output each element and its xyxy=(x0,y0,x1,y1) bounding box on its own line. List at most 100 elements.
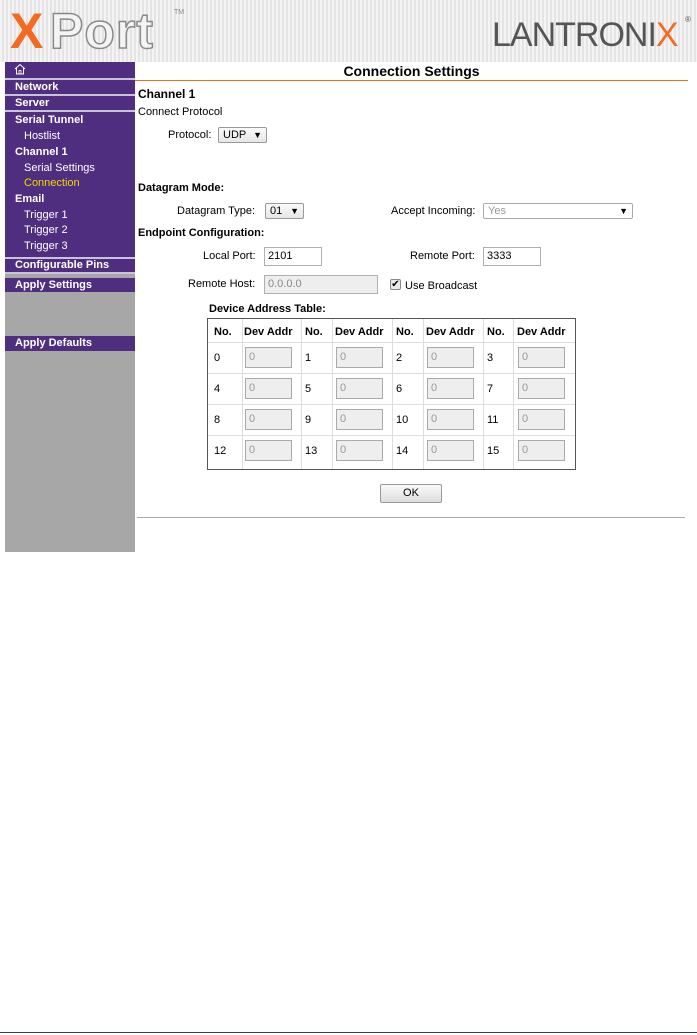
dev-addr-input[interactable]: 0 xyxy=(336,378,383,399)
remote-port-label: Remote Port: xyxy=(410,250,475,262)
endpoint-config-heading: Endpoint Configuration: xyxy=(138,227,265,239)
table-row-no: 3 xyxy=(487,352,494,364)
xport-logo-port: Port xyxy=(49,3,154,59)
device-address-table: No. Dev Addr No. Dev Addr No. Dev Addr N… xyxy=(207,318,576,470)
column-header-dev-addr: Dev Addr xyxy=(335,326,384,338)
dev-addr-input[interactable]: 0 xyxy=(336,409,383,430)
column-header-dev-addr: Dev Addr xyxy=(517,326,566,338)
sidebar: Network Server Serial Tunnel Hostlist Ch… xyxy=(5,62,135,552)
ok-button[interactable]: OK xyxy=(380,484,442,503)
dev-addr-input[interactable]: 0 xyxy=(245,378,292,399)
column-header-no: No. xyxy=(487,326,505,338)
sidebar-item-connection[interactable]: Connection xyxy=(24,177,80,189)
xport-logo-x: X xyxy=(10,3,44,59)
title-divider xyxy=(135,80,688,81)
remote-port-input[interactable]: 3333 xyxy=(483,247,541,266)
datagram-type-value: 01 xyxy=(270,205,283,217)
dev-addr-input[interactable]: 0 xyxy=(245,440,292,461)
channel-heading: Channel 1 xyxy=(138,87,196,101)
use-broadcast-label: Use Broadcast xyxy=(405,280,478,292)
table-row-no: 12 xyxy=(214,445,227,457)
accept-incoming-select[interactable]: Yes ▼ xyxy=(483,203,633,219)
lantronix-logo: LANTRONIX xyxy=(492,16,679,54)
dropdown-arrow-icon: ▼ xyxy=(619,206,628,216)
device-table-title: Device Address Table: xyxy=(209,303,326,315)
dev-addr-input[interactable]: 0 xyxy=(518,409,565,430)
datagram-type-select[interactable]: 01 ▼ xyxy=(265,203,304,219)
table-row-no: 1 xyxy=(305,352,312,364)
column-header-no: No. xyxy=(305,326,323,338)
table-grid xyxy=(208,342,575,343)
table-row-no: 10 xyxy=(396,414,409,426)
table-row-no: 2 xyxy=(396,352,403,364)
dev-addr-input[interactable]: 0 xyxy=(427,409,474,430)
apply-defaults-button[interactable]: Apply Defaults xyxy=(5,336,135,351)
sidebar-item-serial-settings[interactable]: Serial Settings xyxy=(24,162,95,174)
dev-addr-input[interactable]: 0 xyxy=(336,347,383,368)
column-header-dev-addr: Dev Addr xyxy=(244,326,293,338)
local-port-label: Local Port: xyxy=(203,250,256,262)
sidebar-divider xyxy=(5,272,135,274)
sidebar-item-network[interactable]: Network xyxy=(5,80,135,94)
sidebar-item-trigger3[interactable]: Trigger 3 xyxy=(24,240,68,252)
protocol-select[interactable]: UDP ▼ xyxy=(218,127,267,143)
local-port-input[interactable]: 2101 xyxy=(264,247,322,266)
page-title: Connection Settings xyxy=(343,63,480,79)
dev-addr-input[interactable]: 0 xyxy=(518,378,565,399)
accept-incoming-label: Accept Incoming: xyxy=(391,205,476,217)
table-row-no: 11 xyxy=(487,414,499,426)
lantronix-logo-x: X xyxy=(655,16,679,54)
dev-addr-input[interactable]: 0 xyxy=(427,440,474,461)
protocol-select-value: UDP xyxy=(223,129,247,141)
connect-protocol-heading: Connect Protocol xyxy=(138,106,223,118)
bottom-divider xyxy=(137,517,685,518)
table-row-no: 8 xyxy=(214,414,221,426)
sidebar-item-serial-tunnel[interactable]: Serial Tunnel xyxy=(15,114,83,126)
xport-logo-tm: TM xyxy=(174,9,185,16)
dev-addr-input[interactable]: 0 xyxy=(427,347,474,368)
datagram-mode-heading: Datagram Mode: xyxy=(138,182,225,194)
table-row-no: 7 xyxy=(487,383,494,395)
table-row-no: 9 xyxy=(305,414,312,426)
dev-addr-input[interactable]: 0 xyxy=(518,347,565,368)
sidebar-item-server[interactable]: Server xyxy=(5,96,135,110)
use-broadcast-checkbox[interactable]: ✔ xyxy=(390,279,401,290)
table-row-no: 0 xyxy=(214,352,221,364)
protocol-label: Protocol: xyxy=(168,129,212,141)
home-icon xyxy=(14,63,26,75)
table-row-no: 4 xyxy=(214,383,221,395)
header-banner: X Port TM LANTRONIX ® xyxy=(0,0,697,62)
footer-divider xyxy=(0,1032,697,1033)
sidebar-item-trigger1[interactable]: Trigger 1 xyxy=(24,209,68,221)
column-header-no: No. xyxy=(214,326,232,338)
table-grid xyxy=(208,404,575,405)
dev-addr-input[interactable]: 0 xyxy=(245,347,292,368)
table-grid xyxy=(208,435,575,436)
table-row-no: 6 xyxy=(396,383,403,395)
dropdown-arrow-icon: ▼ xyxy=(253,130,262,140)
datagram-type-label: Datagram Type: xyxy=(177,205,256,217)
table-row-no: 15 xyxy=(487,445,500,457)
table-row-no: 14 xyxy=(396,445,409,457)
sidebar-home[interactable] xyxy=(5,62,135,78)
column-header-dev-addr: Dev Addr xyxy=(426,326,475,338)
dev-addr-input[interactable]: 0 xyxy=(518,440,565,461)
table-row-no: 13 xyxy=(305,445,318,457)
dropdown-arrow-icon: ▼ xyxy=(290,206,299,216)
dev-addr-input[interactable]: 0 xyxy=(427,378,474,399)
dev-addr-input[interactable]: 0 xyxy=(336,440,383,461)
dev-addr-input[interactable]: 0 xyxy=(245,409,292,430)
lantronix-logo-text: LANTRONI xyxy=(492,16,657,54)
accept-incoming-value: Yes xyxy=(488,205,506,217)
remote-host-input[interactable]: 0.0.0.0 xyxy=(264,275,378,294)
column-header-no: No. xyxy=(396,326,414,338)
apply-settings-button[interactable]: Apply Settings xyxy=(5,278,135,292)
sidebar-item-email[interactable]: Email xyxy=(15,193,44,205)
lantronix-reg-mark: ® xyxy=(685,15,691,24)
remote-host-label: Remote Host: xyxy=(188,278,256,290)
table-row-no: 5 xyxy=(305,383,312,395)
sidebar-item-channel1[interactable]: Channel 1 xyxy=(15,146,68,158)
sidebar-item-hostlist[interactable]: Hostlist xyxy=(24,130,60,142)
sidebar-item-trigger2[interactable]: Trigger 2 xyxy=(24,224,68,236)
sidebar-item-configurable-pins[interactable]: Configurable Pins xyxy=(5,259,135,272)
